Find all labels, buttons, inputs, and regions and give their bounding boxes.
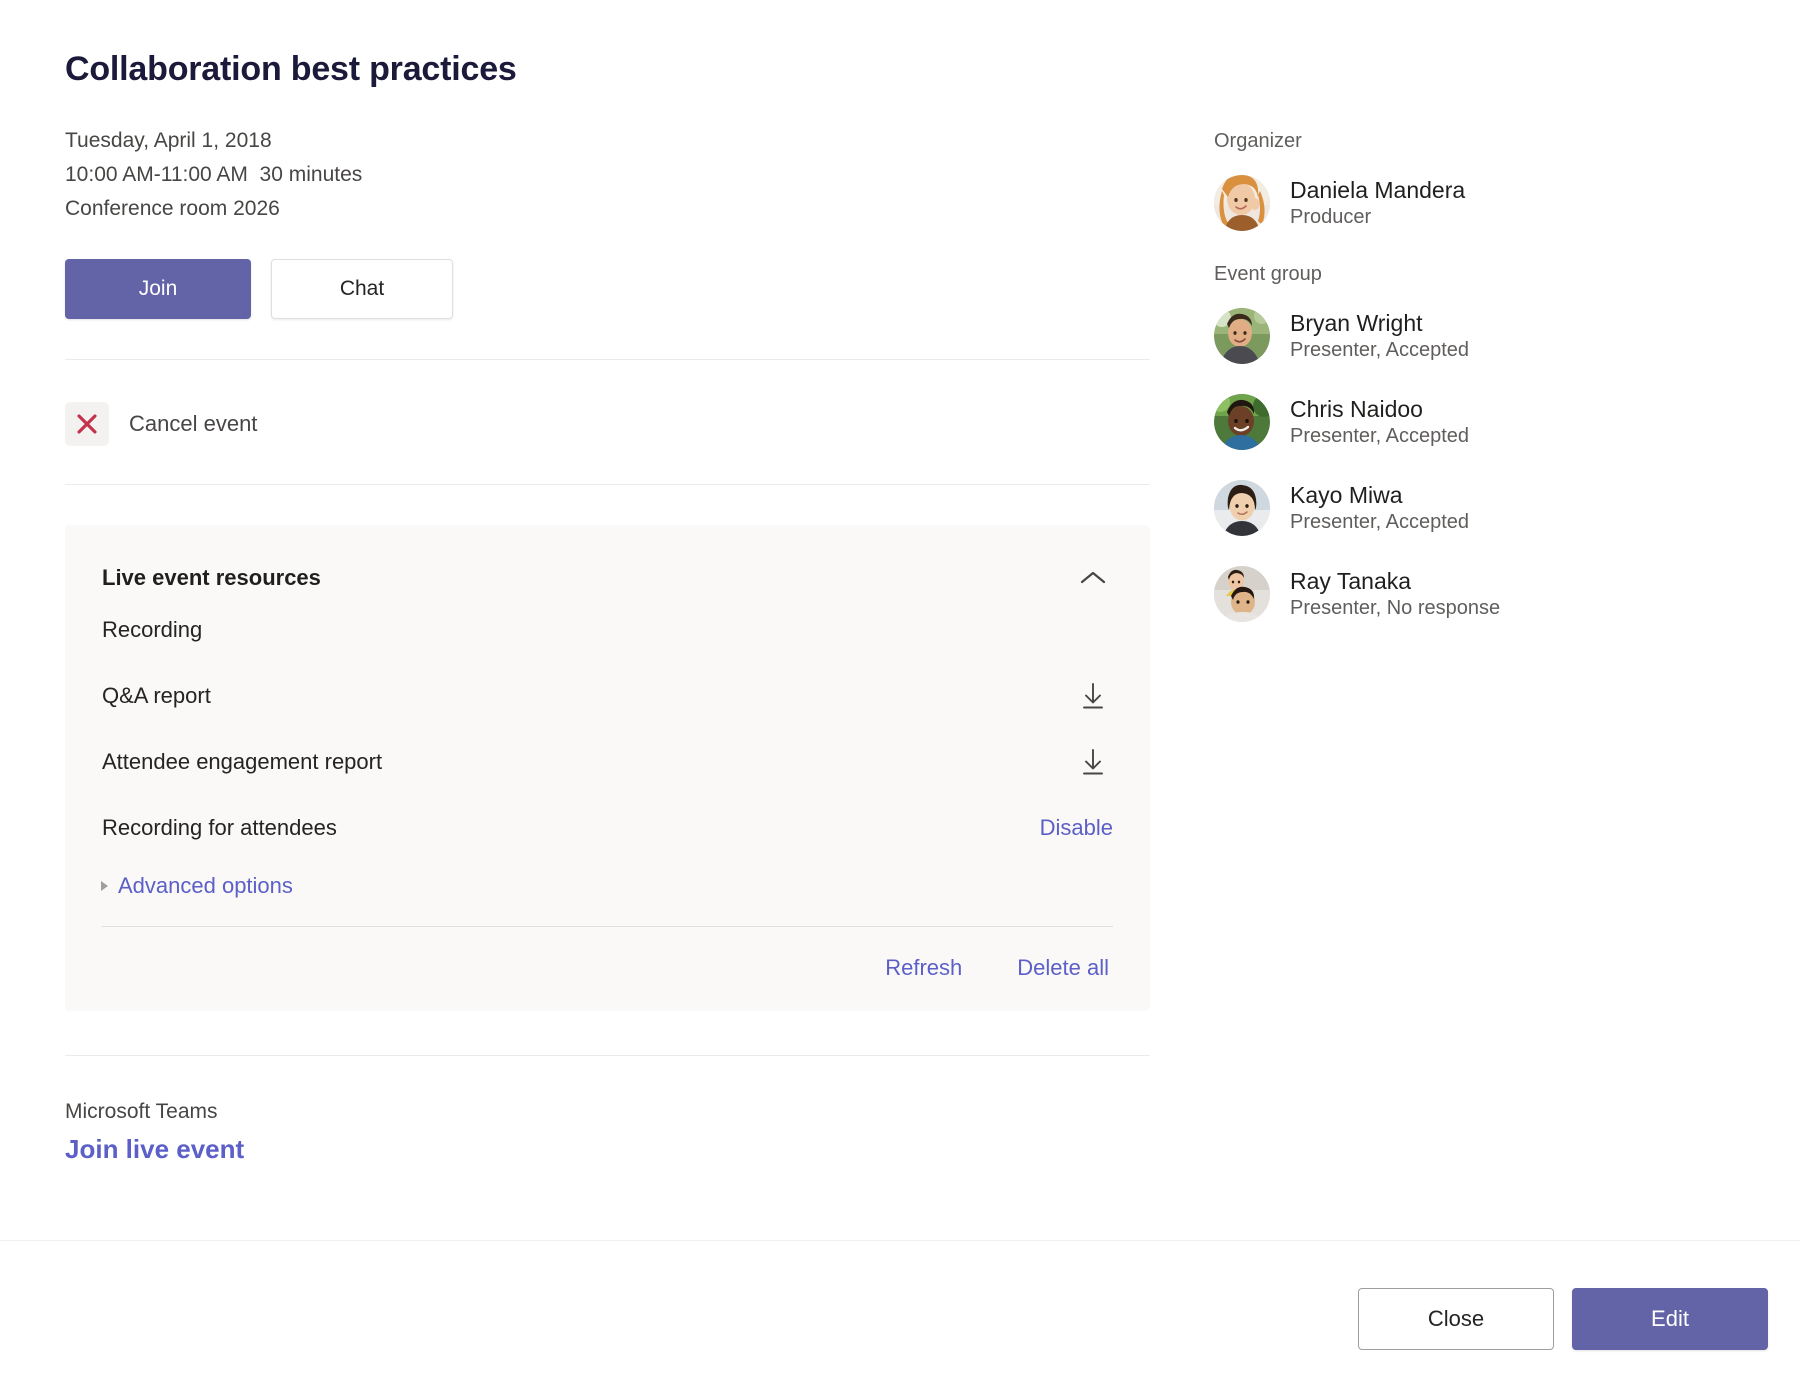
resources-panel-header[interactable]: Live event resources [102,561,1113,595]
page-title: Collaboration best practices [65,0,1165,89]
teams-join-block: Microsoft Teams Join live event [65,1100,1165,1165]
avatar [1214,566,1270,622]
person-text: Daniela Mandera Producer [1290,177,1465,229]
divider-bottom [65,1055,1150,1056]
live-event-resources-panel: Live event resources Recording Q&A repor… [65,525,1150,1011]
person-text: Ray Tanaka Presenter, No response [1290,568,1500,620]
person-role: Presenter, Accepted [1290,339,1469,362]
organizer-section-label: Organizer [1214,130,1774,153]
event-location: Conference room 2026 [65,192,1165,226]
delete-all-link[interactable]: Delete all [1017,955,1109,981]
event-group-list: Bryan Wright Presenter, Accepted [1214,308,1774,622]
cancel-event-label: Cancel event [129,411,257,437]
event-action-row: Join Chat [65,259,1165,319]
dialog-footer-actions: Close Edit [1358,1288,1768,1350]
event-meta: Tuesday, April 1, 2018 10:00 AM-11:00 AM… [65,124,1165,226]
join-live-event-link[interactable]: Join live event [65,1134,244,1165]
resource-row: Attendee engagement report [102,731,1113,793]
chevron-up-icon[interactable] [1073,561,1113,595]
list-item[interactable]: Bryan Wright Presenter, Accepted [1214,308,1774,364]
list-item[interactable]: Daniela Mandera Producer [1214,175,1774,231]
cancel-event-button[interactable]: Cancel event [65,402,485,446]
divider-mid [65,484,1150,485]
person-name: Daniela Mandera [1290,177,1465,203]
download-icon[interactable] [1073,676,1113,716]
join-button[interactable]: Join [65,259,251,319]
event-date: Tuesday, April 1, 2018 [65,124,1165,158]
resource-row: Q&A report [102,665,1113,727]
refresh-link[interactable]: Refresh [885,955,962,981]
divider-top [65,359,1150,360]
event-time: 10:00 AM-11:00 AM 30 minutes [65,158,1165,192]
download-icon[interactable] [1073,742,1113,782]
avatar [1214,175,1270,231]
close-x-icon [65,402,109,446]
advanced-options-toggle[interactable]: Advanced options [102,873,352,899]
resource-label: Q&A report [102,683,211,709]
advanced-options-label: Advanced options [118,873,293,899]
avatar [1214,394,1270,450]
resources-panel-footer: Refresh Delete all [102,927,1113,981]
person-text: Chris Naidoo Presenter, Accepted [1290,396,1469,448]
resources-panel-title: Live event resources [102,565,321,591]
resource-action-placeholder [1073,610,1113,650]
person-role: Presenter, No response [1290,597,1500,620]
person-role: Presenter, Accepted [1290,511,1469,534]
list-item[interactable]: Kayo Miwa Presenter, Accepted [1214,480,1774,536]
person-name: Kayo Miwa [1290,482,1469,508]
participants-column: Organizer [1214,130,1774,652]
person-name: Chris Naidoo [1290,396,1469,422]
person-role: Presenter, Accepted [1290,425,1469,448]
person-name: Bryan Wright [1290,310,1469,336]
person-text: Kayo Miwa Presenter, Accepted [1290,482,1469,534]
disable-recording-link[interactable]: Disable [1040,815,1113,841]
avatar [1214,480,1270,536]
resource-row: Recording for attendees Disable [102,797,1113,859]
resource-label: Recording [102,617,202,643]
list-item[interactable]: Ray Tanaka Presenter, No response [1214,566,1774,622]
avatar [1214,308,1270,364]
chat-button[interactable]: Chat [271,259,453,319]
organizer-list: Daniela Mandera Producer [1214,175,1774,231]
event-main-column: Collaboration best practices Tuesday, Ap… [65,0,1165,1165]
close-button[interactable]: Close [1358,1288,1554,1350]
event-details-dialog: Collaboration best practices Tuesday, Ap… [0,0,1800,1400]
resource-label: Attendee engagement report [102,749,382,775]
triangle-right-icon [101,881,108,891]
person-name: Ray Tanaka [1290,568,1500,594]
resource-row: Recording [102,599,1113,661]
teams-app-label: Microsoft Teams [65,1100,1165,1124]
resource-label: Recording for attendees [102,815,337,841]
list-item[interactable]: Chris Naidoo Presenter, Accepted [1214,394,1774,450]
person-text: Bryan Wright Presenter, Accepted [1290,310,1469,362]
edit-button[interactable]: Edit [1572,1288,1768,1350]
footer-divider [0,1240,1800,1241]
person-role: Producer [1290,206,1465,229]
event-group-section-label: Event group [1214,263,1774,286]
